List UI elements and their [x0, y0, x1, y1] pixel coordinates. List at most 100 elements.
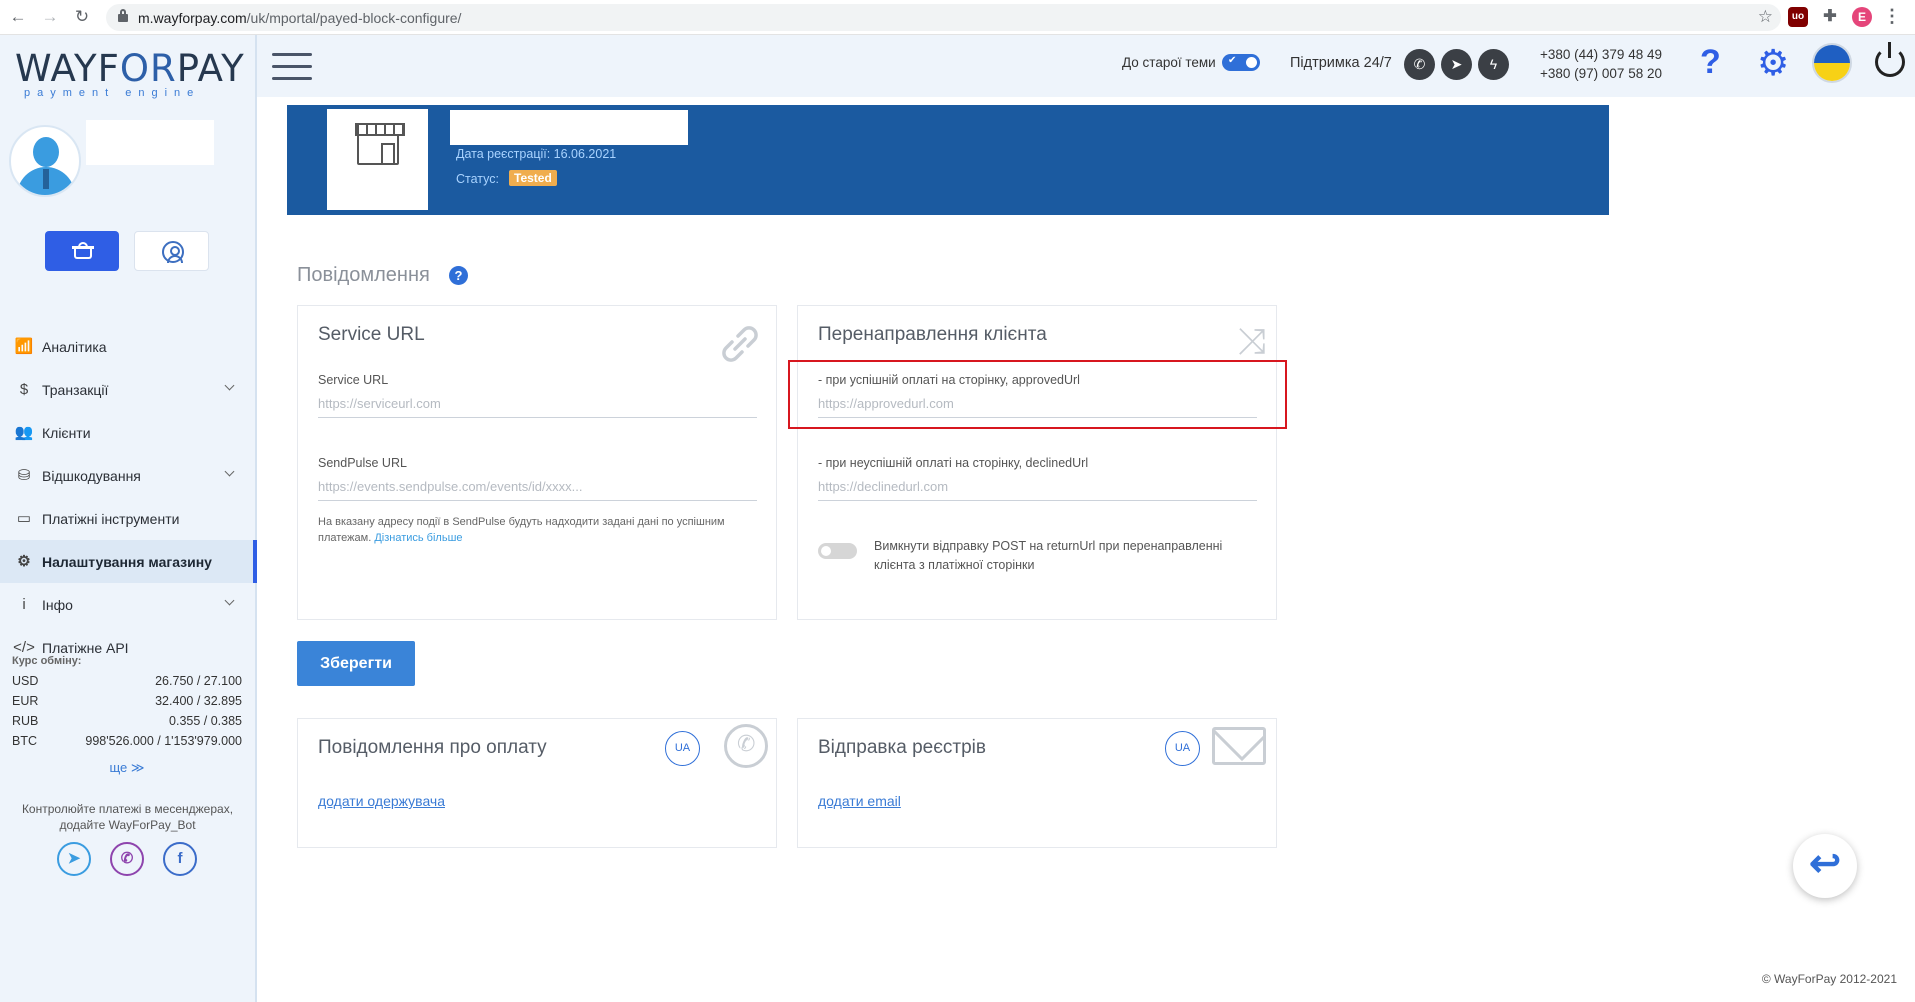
- settings-gear-icon[interactable]: ⚙: [1757, 43, 1789, 83]
- extensions-puzzle-icon[interactable]: ✚: [1820, 7, 1840, 27]
- dollar-icon: $: [19, 380, 29, 398]
- sidebar-item-6[interactable]: i Інфо: [0, 583, 255, 626]
- power-logout-icon[interactable]: [1875, 42, 1905, 77]
- bot-promo-text: Контролюйте платежі в месенджерах, додай…: [21, 802, 234, 832]
- back-reply-icon[interactable]: ↩: [1793, 834, 1857, 898]
- add-email-link[interactable]: додати email: [818, 793, 901, 809]
- sidebar-item-label: Платіжні інструменти: [42, 510, 180, 527]
- rate-value: 998'526.000 / 1'153'979.000: [85, 734, 242, 748]
- chevron-down-icon[interactable]: [224, 466, 235, 477]
- viber-icon[interactable]: ✆: [110, 842, 144, 876]
- service-url-input[interactable]: https://serviceurl.com: [318, 392, 757, 418]
- card-title: Відправка реєстрів: [818, 737, 986, 758]
- save-button[interactable]: Зберегти: [297, 641, 415, 686]
- card-title: Повідомлення про оплату: [318, 737, 547, 758]
- telegram-icon[interactable]: ➤: [57, 842, 91, 876]
- help-icon[interactable]: ?: [1700, 43, 1721, 82]
- sidebar-item-label: Платіжне API: [42, 639, 129, 656]
- language-badge[interactable]: UA: [1165, 731, 1200, 766]
- exchange-rates: Курс обміну: USD 26.750 / 27.100 EUR 32.400…: [12, 655, 242, 776]
- basket-icon: [72, 242, 94, 260]
- profile-button[interactable]: [134, 231, 209, 271]
- viber-icon[interactable]: ✆: [1404, 49, 1435, 80]
- hamburger-menu-icon[interactable]: [272, 53, 312, 83]
- sendpulse-url-label: SendPulse URL: [318, 456, 407, 470]
- add-recipient-link[interactable]: додати одержувача: [318, 793, 445, 809]
- sidebar-item-label: Клієнти: [42, 424, 91, 441]
- card-title: Service URL: [318, 324, 425, 345]
- browser-toolbar: ← → ↻ m.wayforpay.com/uk/mportal/payed-b…: [0, 0, 1915, 35]
- registration-date: Дата реєстрації: 16.06.2021: [456, 147, 617, 161]
- reload-icon[interactable]: ↻: [70, 5, 94, 29]
- profile-avatar[interactable]: E: [1852, 7, 1872, 27]
- question-icon[interactable]: ?: [449, 266, 468, 285]
- support-phones[interactable]: +380 (44) 379 48 49 +380 (97) 007 58 20: [1540, 45, 1662, 83]
- language-badge[interactable]: UA: [665, 731, 700, 766]
- section-title: Повідомлення: [297, 264, 430, 286]
- client-redirect-card: Перенаправлення клієнта ⤨ - при успішній…: [797, 305, 1277, 620]
- wayforpay-logo[interactable]: WAYFORPAY payment engine: [15, 49, 244, 100]
- status-badge: Tested: [509, 170, 557, 186]
- rate-currency: USD: [12, 674, 39, 688]
- phone-1[interactable]: +380 (44) 379 48 49: [1540, 45, 1662, 64]
- chart-icon: 📶: [14, 337, 34, 355]
- envelope-icon: [1212, 727, 1266, 765]
- sidebar: WAYFORPAY payment engine 📶 Аналітика $ Тран…: [0, 35, 257, 1002]
- shuffle-icon: ⤨: [1237, 320, 1266, 361]
- user-name-redacted: [86, 120, 214, 165]
- rate-currency: RUB: [12, 714, 39, 728]
- sidebar-item-4[interactable]: ▭ Платіжні інструменти: [0, 497, 255, 540]
- sendpulse-url-input[interactable]: https://events.sendpulse.com/events/id/x…: [318, 475, 757, 501]
- gear-icon: ⚙: [17, 552, 31, 570]
- old-theme-label: До старої теми: [1122, 55, 1216, 70]
- users-icon: 👥: [14, 423, 34, 441]
- support-label: Підтримка 24/7: [1290, 55, 1392, 71]
- sidebar-item-label: Транзакції: [42, 381, 109, 398]
- user-icon: [162, 241, 184, 263]
- sidebar-item-0[interactable]: 📶 Аналітика: [0, 325, 255, 368]
- status-label: Статус:: [456, 172, 499, 186]
- bookmark-star-icon[interactable]: ☆: [1758, 7, 1773, 27]
- rates-title: Курс обміну:: [12, 655, 82, 667]
- url-text: m.wayforpay.com/uk/mportal/payed-block-c…: [138, 10, 462, 26]
- top-header: До старої теми Підтримка 24/7 ✆ ➤ ϟ +380…: [257, 35, 1915, 97]
- browser-menu-icon[interactable]: ⋮: [1883, 6, 1901, 27]
- rate-value: 0.355 / 0.385: [169, 714, 242, 728]
- sidebar-menu: 📶 Аналітика $ Транзакції 👥 Клієнти ⛁ Відшкодува…: [0, 325, 257, 669]
- sidebar-item-2[interactable]: 👥 Клієнти: [0, 411, 255, 454]
- sidebar-item-3[interactable]: ⛁ Відшкодування: [0, 454, 255, 497]
- chevron-down-icon[interactable]: [224, 380, 235, 391]
- rate-row: BTC 998'526.000 / 1'153'979.000: [12, 734, 242, 754]
- old-theme-toggle[interactable]: [1222, 54, 1260, 71]
- forward-icon[interactable]: →: [38, 5, 62, 29]
- telegram-icon[interactable]: ➤: [1441, 49, 1472, 80]
- sidebar-item-label: Налаштування магазину: [42, 553, 212, 570]
- avatar[interactable]: [9, 125, 81, 197]
- messenger-icon[interactable]: ϟ: [1478, 49, 1509, 80]
- ublock-extension-icon[interactable]: uo: [1788, 7, 1808, 27]
- address-bar[interactable]: m.wayforpay.com/uk/mportal/payed-block-c…: [106, 4, 1781, 31]
- coins-icon: ⛁: [17, 466, 31, 484]
- registry-sending-card: Відправка реєстрів UA додати email: [797, 718, 1277, 848]
- sidebar-item-5[interactable]: ⚙ Налаштування магазину: [0, 540, 257, 583]
- learn-more-link[interactable]: Дізнатись більше: [374, 532, 462, 544]
- rate-value: 26.750 / 27.100: [155, 674, 242, 688]
- sendpulse-hint: На вказану адресу події в SendPulse буду…: [318, 516, 725, 544]
- ukraine-flag-icon[interactable]: [1812, 43, 1852, 83]
- rate-currency: EUR: [12, 694, 39, 708]
- card-title: Перенаправлення клієнта: [818, 324, 1047, 345]
- declined-url-input[interactable]: https://declinedurl.com: [818, 475, 1257, 501]
- rates-more-link[interactable]: ще ≫: [12, 760, 242, 776]
- facebook-icon[interactable]: f: [163, 842, 197, 876]
- disable-post-toggle[interactable]: [818, 543, 857, 559]
- chevron-down-icon[interactable]: [224, 595, 235, 606]
- shop-button[interactable]: [45, 231, 119, 271]
- shop-thumbnail: [327, 109, 428, 210]
- phone-2[interactable]: +380 (97) 007 58 20: [1540, 64, 1662, 83]
- lock-icon: [118, 9, 128, 22]
- back-icon[interactable]: ←: [6, 5, 30, 29]
- rate-row: RUB 0.355 / 0.385: [12, 714, 242, 734]
- shop-banner: Дата реєстрації: 16.06.2021 Статус: Test…: [287, 105, 1609, 215]
- rate-row: EUR 32.400 / 32.895: [12, 694, 242, 714]
- sidebar-item-1[interactable]: $ Транзакції: [0, 368, 255, 411]
